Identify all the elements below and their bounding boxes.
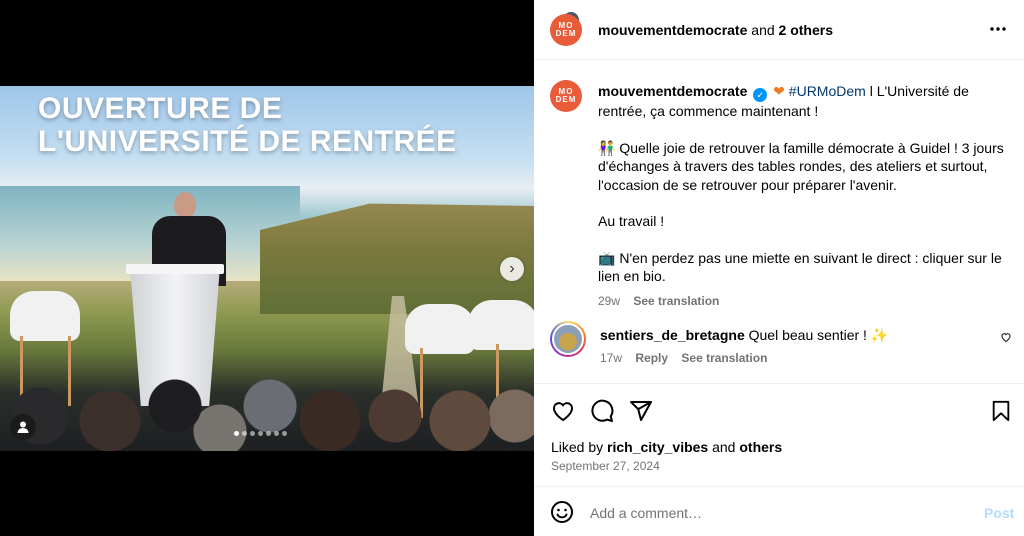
post-side-panel: MO DEM mouvementdemocrate and 2 others M… — [534, 0, 1024, 536]
caption-paragraph: 📺 N'en perdez pas une miette en suivant … — [598, 249, 1010, 286]
speaker-head — [174, 192, 196, 218]
liked-by-others[interactable]: others — [739, 439, 782, 455]
post-media-pane: OUVERTURE DE L'UNIVERSITÉ DE RENTRÉE › — [0, 0, 534, 536]
post-comment-button[interactable]: Post — [984, 505, 1014, 521]
caption-paragraph: Au travail ! — [598, 213, 665, 229]
user-tag-icon — [17, 421, 29, 433]
post-header: MO DEM mouvementdemocrate and 2 others — [534, 0, 1024, 60]
share-paper-plane-icon[interactable] — [628, 398, 654, 424]
comment-body: Quel beau sentier ! — [744, 327, 871, 343]
post-actions: Liked by rich_city_vibes and others Sept… — [534, 383, 1024, 483]
comment-text: sentiers_de_bretagne Quel beau sentier !… — [600, 327, 888, 344]
avatar-text: DEM — [555, 29, 577, 38]
caption-see-translation-button[interactable]: See translation — [633, 294, 719, 308]
carousel-next-button[interactable]: › — [500, 257, 524, 281]
comment-reply-button[interactable]: Reply — [635, 351, 668, 365]
header-username[interactable]: mouvementdemocrate — [598, 22, 747, 38]
comment-like-heart-icon[interactable] — [1000, 331, 1012, 346]
author-avatar[interactable]: MO DEM — [550, 14, 582, 46]
caption-meta: 29w See translation — [598, 292, 1010, 311]
photo-headline: OUVERTURE DE L'UNIVERSITÉ DE RENTRÉE — [38, 92, 498, 158]
carousel-dot — [250, 431, 255, 436]
headline-line-1: OUVERTURE DE — [38, 92, 283, 125]
couple-emoji-icon: 👫 — [598, 139, 616, 156]
liked-by-user[interactable]: rich_city_vibes — [607, 439, 708, 455]
liked-and: and — [708, 439, 740, 455]
header-names: mouvementdemocrate and 2 others — [598, 22, 833, 38]
comment-bubble-icon[interactable] — [589, 398, 615, 424]
audience — [0, 376, 534, 451]
caption-text: mouvementdemocrate ✓ ❤ #URMoDem l L'Univ… — [598, 82, 1010, 310]
comment-meta: 17w Reply See translation — [600, 351, 777, 365]
avatar-text: DEM — [555, 95, 577, 104]
headline-line-2: L'UNIVERSITÉ DE RENTRÉE — [38, 125, 457, 158]
post-date[interactable]: September 27, 2024 — [551, 459, 660, 473]
carousel-dot — [274, 431, 279, 436]
post-photo[interactable]: OUVERTURE DE L'UNIVERSITÉ DE RENTRÉE — [0, 86, 534, 451]
chevron-right-icon: › — [509, 260, 515, 277]
carousel-dot — [242, 431, 247, 436]
verified-badge-icon: ✓ — [753, 88, 768, 102]
tv-emoji-icon: 📺 — [598, 249, 616, 266]
liked-by-text: Liked by rich_city_vibes and others — [551, 439, 782, 455]
caption-username[interactable]: mouvementdemocrate — [598, 83, 747, 99]
sparkles-emoji-icon: ✨ — [870, 327, 889, 343]
comment-username[interactable]: sentiers_de_bretagne — [600, 327, 745, 343]
comment-see-translation-button[interactable]: See translation — [681, 351, 767, 365]
comment-age[interactable]: 17w — [600, 351, 622, 365]
caption-paragraph-text: Quelle joie de retrouver la famille démo… — [598, 139, 1004, 193]
caption-paragraph-text: N'en perdez pas une miette en suivant le… — [598, 249, 1002, 285]
emoji-smiley-icon[interactable] — [550, 500, 576, 526]
comment-input[interactable] — [590, 501, 970, 525]
carousel-dot — [234, 431, 239, 436]
podium-top — [126, 264, 224, 274]
tagged-users-button[interactable] — [10, 414, 36, 440]
carousel-dot — [266, 431, 271, 436]
caption-paragraph: 👫 Quelle joie de retrouver la famille dé… — [598, 139, 1010, 195]
stage-chair — [468, 300, 534, 350]
liked-by-prefix: Liked by — [551, 439, 608, 455]
carousel-dots — [234, 431, 287, 436]
caption-hashtag[interactable]: #URMoDem — [789, 83, 866, 99]
save-bookmark-icon[interactable] — [988, 398, 1014, 424]
comment-composer: Post — [534, 486, 1024, 536]
carousel-dot — [258, 431, 263, 436]
header-others[interactable]: 2 others — [779, 22, 833, 38]
like-heart-icon[interactable] — [550, 398, 576, 424]
orange-heart-icon: ❤ — [773, 83, 785, 99]
commenter-avatar[interactable] — [550, 321, 586, 357]
caption-age[interactable]: 29w — [598, 294, 620, 308]
header-and: and — [747, 22, 779, 38]
caption-author-avatar[interactable]: MO DEM — [550, 80, 582, 112]
carousel-dot — [282, 431, 287, 436]
stage-chair — [10, 291, 80, 341]
stage-chair — [405, 304, 475, 354]
more-horizontal-icon[interactable] — [989, 20, 1007, 43]
